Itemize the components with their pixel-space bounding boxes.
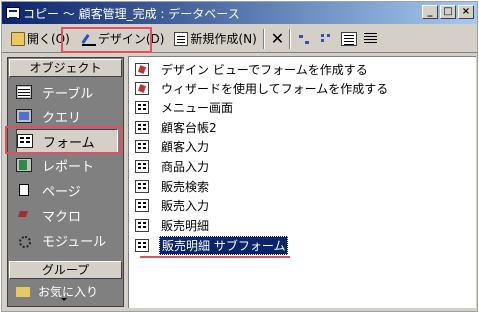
list-item-label: 販売明細 サブフォーム <box>159 235 289 255</box>
maximize-button[interactable]: □ <box>440 5 456 19</box>
new-object-icon <box>174 31 189 46</box>
open-icon <box>11 31 25 46</box>
sidebar-item-label: ページ <box>42 184 81 200</box>
list-item[interactable]: 販売入力 <box>135 197 209 213</box>
window-title: コピー ～ 顧客管理_完成 : データベース <box>23 6 240 21</box>
list-item-label: 販売検索 <box>161 179 210 194</box>
wizard-icon <box>135 62 149 76</box>
wizard-icon <box>135 81 149 95</box>
form-icon <box>135 100 149 114</box>
list-item-label: 販売入力 <box>161 198 210 213</box>
form-icon <box>135 159 149 173</box>
design-icon <box>81 32 96 46</box>
sidebar-item-label: マクロ <box>42 209 82 225</box>
sidebar-item-forms[interactable]: フォーム <box>16 129 118 153</box>
list-view-icon[interactable] <box>340 31 357 46</box>
new-button[interactable]: 新規作成(N) <box>171 28 259 50</box>
list-item-label: 顧客台帳2 <box>161 120 217 135</box>
object-list: デザイン ビューでフォームを作成する ウィザードを使用してフォームを作成する メ… <box>128 56 476 308</box>
list-item-label: ウィザードを使用してフォームを作成する <box>161 81 389 96</box>
open-button[interactable]: 開く(O) <box>8 28 73 50</box>
list-item-label: デザイン ビューでフォームを作成する <box>161 62 368 77</box>
list-item[interactable]: デザイン ビューでフォームを作成する <box>135 61 368 77</box>
sidebar-item-label: クエリ <box>42 110 82 126</box>
list-item[interactable]: 商品入力 <box>135 158 209 174</box>
scroll-down-icon[interactable] <box>61 298 67 301</box>
delete-button[interactable]: ✕ <box>268 28 286 50</box>
sidebar-item-tables[interactable]: テーブル <box>16 80 118 104</box>
design-button[interactable]: デザイン(D) <box>79 28 168 50</box>
form-icon <box>135 139 149 153</box>
objects-header[interactable]: オブジェクト <box>9 59 122 77</box>
list-item-selected[interactable]: 販売明細 サブフォーム <box>135 235 289 255</box>
query-icon <box>16 109 32 123</box>
list-item-label: 販売明細 <box>161 218 210 233</box>
toolbar: 開く(O) デザイン(D) 新規作成(N) ✕ <box>2 25 477 53</box>
group-item-label: お気に入り <box>38 285 99 297</box>
toolbar-separator <box>262 28 265 49</box>
form-icon <box>135 120 149 134</box>
form-icon <box>17 134 33 148</box>
list-item-label: 商品入力 <box>161 159 210 174</box>
window-controls: _ □ × <box>422 5 474 19</box>
list-item-label: メニュー画面 <box>161 100 234 115</box>
page-icon <box>16 183 32 197</box>
open-label: 開く(O) <box>27 32 70 46</box>
list-item[interactable]: 販売明細 <box>135 217 209 233</box>
form-icon <box>135 238 149 252</box>
small-icons-view-icon[interactable] <box>319 32 335 46</box>
sidebar-item-pages[interactable]: ページ <box>16 178 118 202</box>
sidebar-item-label: フォーム <box>43 135 95 151</box>
sidebar-item-macros[interactable]: マクロ <box>16 203 118 227</box>
sidebar-item-label: レポート <box>42 159 95 175</box>
list-item[interactable]: 顧客入力 <box>135 138 209 154</box>
database-window: コピー ～ 顧客管理_完成 : データベース _ □ × 開く(O) デザイン(… <box>1 1 478 312</box>
toolbar-separator <box>288 28 291 49</box>
list-item[interactable]: ウィザードを使用してフォームを作成する <box>135 80 388 96</box>
large-icons-view-icon[interactable] <box>297 32 313 46</box>
sidebar-item-modules[interactable]: モジュール <box>16 228 118 252</box>
list-item-label: 顧客入力 <box>161 139 210 154</box>
favorites-folder-icon <box>16 287 30 297</box>
objects-bar: オブジェクト テーブル クエリ フォーム レポート ページ マクロ モジュール <box>7 57 124 307</box>
design-label: デザイン(D) <box>97 32 165 46</box>
form-icon <box>135 179 149 193</box>
module-icon <box>16 233 32 248</box>
minimize-button[interactable]: _ <box>422 5 438 19</box>
title-bar[interactable]: コピー ～ 顧客管理_完成 : データベース _ □ × <box>2 2 477 24</box>
group-item-favorites[interactable]: お気に入り <box>16 283 116 297</box>
form-icon <box>135 198 149 212</box>
new-label: 新規作成(N) <box>190 32 257 46</box>
list-item[interactable]: メニュー画面 <box>135 99 233 115</box>
macro-icon <box>16 208 32 222</box>
form-icon <box>135 218 149 232</box>
groups-header[interactable]: グループ <box>9 261 122 279</box>
close-button[interactable]: × <box>458 5 474 19</box>
sidebar-item-reports[interactable]: レポート <box>16 153 118 177</box>
sidebar-item-label: モジュール <box>42 234 107 250</box>
list-item[interactable]: 販売検索 <box>135 178 209 194</box>
list-item[interactable]: 顧客台帳2 <box>135 119 217 135</box>
sidebar-item-queries[interactable]: クエリ <box>16 104 118 128</box>
sidebar-item-label: テーブル <box>42 86 94 102</box>
report-icon <box>16 158 32 172</box>
table-icon <box>16 85 32 99</box>
details-view-icon[interactable] <box>363 32 379 46</box>
database-window-icon <box>6 7 20 19</box>
